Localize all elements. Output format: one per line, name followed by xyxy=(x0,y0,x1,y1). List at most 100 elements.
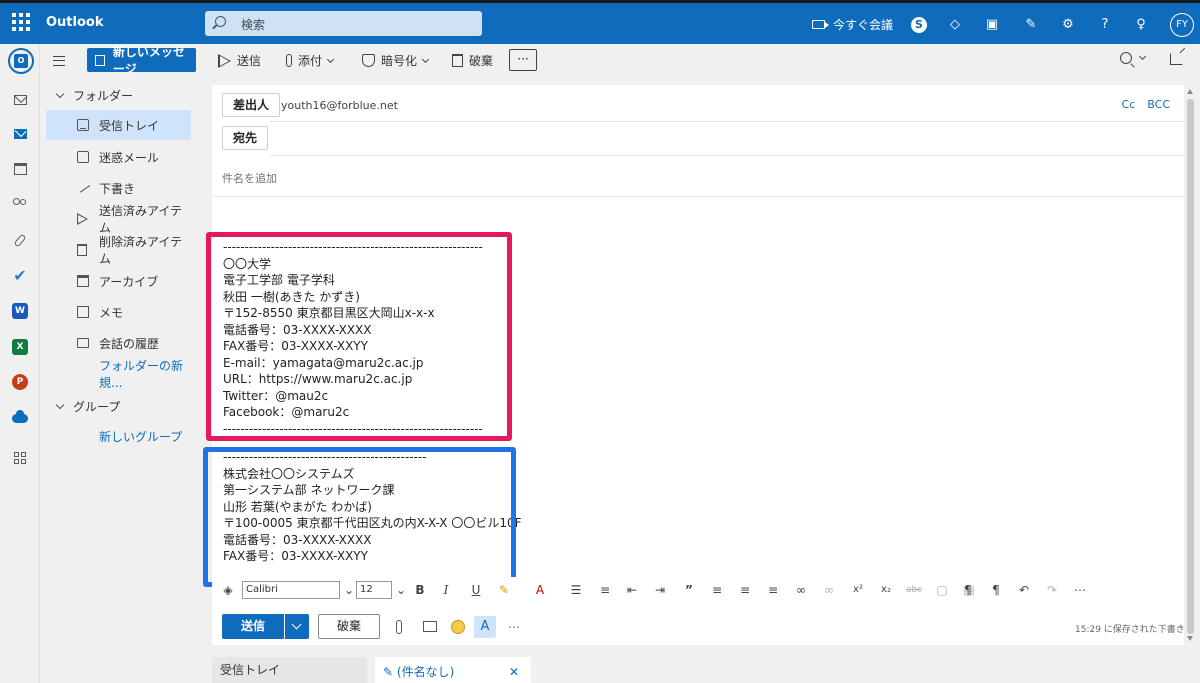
ltr-icon[interactable]: ¶ xyxy=(960,582,976,598)
scroll-thumb[interactable] xyxy=(1187,99,1194,634)
encrypt-command[interactable]: 暗号化 xyxy=(362,52,430,69)
close-icon[interactable]: ✕ xyxy=(509,659,519,683)
new-group-link[interactable]: 新しいグループ xyxy=(46,421,191,451)
office-icon[interactable]: ▣ xyxy=(983,16,1001,34)
decrease-indent-icon[interactable]: ⇤ xyxy=(624,582,640,598)
align-left-icon[interactable]: ≡ xyxy=(709,582,725,598)
folder-item-notes[interactable]: メモ xyxy=(46,297,191,327)
new-message-button[interactable]: 新しいメッセージ xyxy=(87,45,196,76)
folder-item-sent[interactable]: 送信済みアイテム xyxy=(46,204,191,235)
search-input[interactable]: 検索 xyxy=(205,11,482,36)
font-family-select[interactable]: Calibri xyxy=(242,581,340,599)
app-title[interactable]: Outlook xyxy=(46,15,103,30)
link-icon[interactable]: ∞ xyxy=(793,582,809,598)
format-painter-icon[interactable]: ◈ xyxy=(220,582,236,598)
more-format-icon[interactable]: ⋯ xyxy=(1072,582,1088,598)
underline-icon[interactable]: U xyxy=(468,582,484,598)
undo-icon[interactable]: ↶ xyxy=(1016,582,1032,598)
tab-draft[interactable]: ✎ (件名なし) ✕ xyxy=(375,657,531,683)
to-button[interactable]: 宛先 xyxy=(222,126,269,150)
people-icon[interactable] xyxy=(8,192,32,216)
highlight-frame-blue xyxy=(203,447,516,587)
saved-status: 15:29 に保存された下書き xyxy=(1075,625,1185,635)
my-day-icon[interactable]: ✎ xyxy=(1022,16,1040,34)
meet-now-button[interactable]: 今すぐ会議 xyxy=(812,16,893,33)
send-button[interactable]: 送信 xyxy=(222,614,284,639)
chevron-down-icon[interactable]: ⌄ xyxy=(393,582,409,598)
popout-icon[interactable] xyxy=(1170,53,1183,65)
send-command[interactable]: 送信 xyxy=(218,52,261,69)
from-value[interactable]: youth16@forblue.net xyxy=(281,99,398,112)
subject-input[interactable]: 件名を追加 xyxy=(222,170,277,186)
more-options-button[interactable]: ··· xyxy=(509,49,537,71)
format-toggle-icon[interactable]: A xyxy=(474,616,496,638)
encrypt-command-label: 暗号化 xyxy=(381,54,418,68)
gear-icon[interactable]: ⚙ xyxy=(1059,16,1077,34)
hamburger-icon[interactable] xyxy=(53,56,65,66)
new-message-label: 新しいメッセージ xyxy=(112,45,185,76)
more-icon[interactable]: ⋯ xyxy=(508,620,522,634)
avatar[interactable]: FY xyxy=(1170,13,1194,37)
folder-item-inbox[interactable]: 受信トレイ xyxy=(46,110,191,140)
align-center-icon[interactable]: ≡ xyxy=(737,582,753,598)
mail-icon[interactable] xyxy=(8,88,32,112)
attachment-icon[interactable] xyxy=(8,228,32,252)
tab-inbox[interactable]: 受信トレイ xyxy=(212,657,367,683)
groups-section-toggle[interactable]: グループ xyxy=(55,398,120,415)
todo-icon[interactable]: ✔ xyxy=(8,263,32,287)
scroll-down-icon[interactable] xyxy=(1187,636,1193,641)
word-icon[interactable]: W xyxy=(8,299,32,323)
zoom-dropdown[interactable] xyxy=(1120,52,1147,64)
folder-item-conversation-history[interactable]: 会話の履歴 xyxy=(46,328,191,358)
folder-item-deleted[interactable]: 削除済みアイテム xyxy=(46,235,191,266)
highlight-icon[interactable]: ✎ xyxy=(496,582,512,598)
skype-icon[interactable]: S xyxy=(911,17,927,33)
discard-command[interactable]: 破棄 xyxy=(452,52,493,69)
excel-icon[interactable]: X xyxy=(8,335,32,359)
folder-item-drafts[interactable]: 下書き xyxy=(46,173,191,203)
calendar-icon[interactable] xyxy=(8,157,32,181)
compose-scrollbar[interactable] xyxy=(1186,85,1195,645)
send-command-label: 送信 xyxy=(237,54,262,68)
mail-active-icon[interactable] xyxy=(8,122,32,146)
folders-section-toggle[interactable]: フォルダー xyxy=(55,87,133,104)
image-icon[interactable] xyxy=(423,621,437,632)
help-icon[interactable]: ? xyxy=(1096,16,1114,34)
bcc-link[interactable]: BCC xyxy=(1147,98,1170,111)
attach-command[interactable]: 添付 xyxy=(286,52,335,69)
from-button[interactable]: 差出人 xyxy=(222,93,281,117)
bold-icon[interactable]: B xyxy=(412,582,428,598)
increase-indent-icon[interactable]: ⇥ xyxy=(652,582,668,598)
chevron-down-icon[interactable]: ⌄ xyxy=(341,582,357,598)
folder-item-junk[interactable]: 迷惑メール xyxy=(46,142,191,172)
send-options-dropdown[interactable] xyxy=(285,614,309,639)
discard-button[interactable]: 破棄 xyxy=(318,614,380,639)
folder-item-archive[interactable]: アーカイブ xyxy=(46,266,191,296)
chevron-down-icon xyxy=(421,55,430,63)
trash-icon xyxy=(452,54,463,67)
top-bar: Outlook 検索 今すぐ会議 S ◇ ▣ ✎ ⚙ ? ♀ FY xyxy=(0,0,1200,44)
lightbulb-icon[interactable]: ♀ xyxy=(1132,16,1150,34)
more-apps-icon[interactable] xyxy=(8,446,32,470)
font-color-icon[interactable]: A xyxy=(532,582,548,598)
premium-diamond-icon[interactable]: ◇ xyxy=(946,16,964,34)
app-launcher-icon[interactable] xyxy=(12,13,30,31)
rtl-icon[interactable]: ¶ xyxy=(988,582,1004,598)
bullets-icon[interactable]: ☰ xyxy=(568,582,584,598)
folder-label: 受信トレイ xyxy=(99,118,160,133)
align-right-icon[interactable]: ≡ xyxy=(765,582,781,598)
superscript-icon[interactable]: x² xyxy=(850,582,866,598)
outlook-icon[interactable]: O xyxy=(8,48,34,74)
new-folder-link[interactable]: フォルダーの新規... xyxy=(46,359,191,390)
font-size-select[interactable]: 12 xyxy=(356,581,392,599)
subscript-icon[interactable]: x₂ xyxy=(878,582,894,598)
emoji-icon[interactable] xyxy=(451,620,465,634)
italic-icon[interactable]: I xyxy=(438,582,454,598)
numbering-icon[interactable]: ≡ xyxy=(597,582,613,598)
paperclip-icon[interactable] xyxy=(396,620,402,634)
cc-link[interactable]: Cc xyxy=(1122,98,1136,111)
onedrive-icon[interactable] xyxy=(8,406,32,430)
powerpoint-icon[interactable]: P xyxy=(8,370,32,394)
scroll-up-icon[interactable] xyxy=(1187,89,1193,94)
quote-icon[interactable]: ” xyxy=(681,582,697,598)
